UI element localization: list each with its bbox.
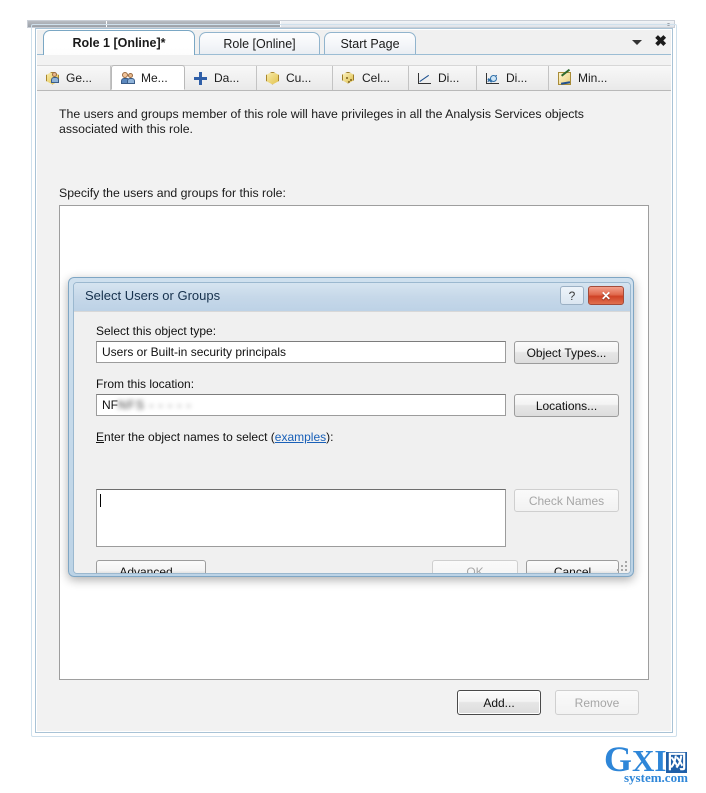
members-button-row: Add... Remove (59, 690, 649, 715)
cubes-icon (265, 71, 281, 86)
scrollbar-end-dot (667, 23, 670, 26)
cell-data-icon (341, 71, 357, 86)
remove-button: Remove (555, 690, 639, 715)
dimensions-icon (417, 71, 433, 86)
object-names-label-suffix: ): (326, 430, 334, 444)
property-tab-strip: Ge... Me... Da... Cu... Cel... Di... Di.… (37, 65, 671, 91)
watermark-subtext: system.com (624, 770, 688, 785)
locations-button[interactable]: Locations... (514, 394, 619, 417)
data-sources-icon (193, 71, 209, 86)
tab-mining-structures[interactable]: Min... (549, 66, 629, 90)
document-tab-bar: Role 1 [Online]* Role [Online] Start Pag… (35, 30, 673, 55)
resize-grip[interactable] (617, 561, 629, 573)
object-names-label: Enter the object names to select (exampl… (96, 430, 334, 444)
object-type-label: Select this object type: (96, 324, 217, 338)
close-icon[interactable]: ✖ (654, 34, 667, 49)
watermark: GXI网 system.com (604, 741, 700, 788)
location-field[interactable]: NF NFS - - - - - (96, 394, 506, 416)
tab-general[interactable]: Ge... (37, 66, 111, 90)
general-icon (45, 71, 61, 86)
location-value-redacted: NFS - - - - - (118, 398, 192, 412)
select-users-or-groups-dialog: Select Users or Groups ? ✕ Select this o… (68, 277, 634, 577)
tab-label: Cu... (286, 71, 312, 85)
mining-structures-icon (557, 68, 573, 86)
object-types-button[interactable]: Object Types... (514, 341, 619, 364)
role-description-text: The users and groups member of this role… (59, 107, 584, 136)
membership-icon (120, 70, 136, 85)
chevron-down-icon[interactable] (632, 39, 643, 45)
dialog-title: Select Users or Groups (85, 288, 221, 303)
check-names-button: Check Names (514, 489, 619, 512)
document-tab-controls: ✖ (632, 34, 667, 49)
tab-dimensions[interactable]: Di... (409, 66, 477, 90)
location-label: From this location: (96, 377, 195, 391)
location-value: NF (102, 398, 118, 412)
tab-label: Cel... (362, 71, 391, 85)
horizontal-scrollbar[interactable] (27, 20, 675, 28)
cancel-button[interactable]: Cancel (526, 560, 619, 573)
screenshot-root: Role 1 [Online]* Role [Online] Start Pag… (0, 0, 706, 793)
examples-link[interactable]: examples (275, 430, 326, 444)
scrollbar-thumb[interactable] (28, 21, 281, 27)
document-tab-role[interactable]: Role [Online] (199, 32, 320, 54)
tab-label: Da... (214, 71, 240, 85)
tab-label: Me... (141, 70, 168, 85)
object-names-label-prefix: nter the object names to select ( (104, 430, 275, 444)
document-tab-label: Role 1 [Online]* (72, 36, 166, 50)
document-tab-role-1[interactable]: Role 1 [Online]* (43, 30, 195, 55)
tab-membership[interactable]: Me... (111, 65, 185, 90)
object-type-value: Users or Built-in security principals (102, 345, 287, 359)
add-button[interactable]: Add... (457, 690, 541, 715)
advanced-button[interactable]: Advanced... (96, 560, 206, 573)
dialog-inner: Select Users or Groups ? ✕ Select this o… (73, 282, 631, 574)
object-type-field[interactable]: Users or Built-in security principals (96, 341, 506, 363)
dialog-title-bar[interactable]: Select Users or Groups ? ✕ (74, 283, 630, 311)
dimension-data-icon (485, 71, 501, 86)
text-caret (100, 494, 101, 507)
dialog-body: Select this object type: Users or Built-… (74, 311, 630, 573)
tab-cubes[interactable]: Cu... (257, 66, 333, 90)
help-icon[interactable]: ? (560, 286, 584, 305)
tab-data-sources[interactable]: Da... (185, 66, 257, 90)
tab-dimension-data[interactable]: Di... (477, 66, 549, 90)
document-tab-label: Start Page (340, 36, 400, 51)
tab-label: Di... (438, 71, 460, 85)
divider (74, 311, 630, 312)
document-tab-start-page[interactable]: Start Page (324, 32, 416, 54)
tab-label: Min... (578, 71, 608, 85)
object-names-input[interactable] (96, 489, 506, 547)
ok-button: OK (432, 560, 518, 573)
specify-users-label: Specify the users and groups for this ro… (59, 186, 286, 200)
document-tab-label: Role [Online] (223, 36, 296, 51)
tab-label: Di... (506, 71, 528, 85)
tab-cell-data[interactable]: Cel... (333, 66, 409, 90)
tab-label: Ge... (66, 71, 93, 85)
close-icon[interactable]: ✕ (588, 286, 624, 305)
